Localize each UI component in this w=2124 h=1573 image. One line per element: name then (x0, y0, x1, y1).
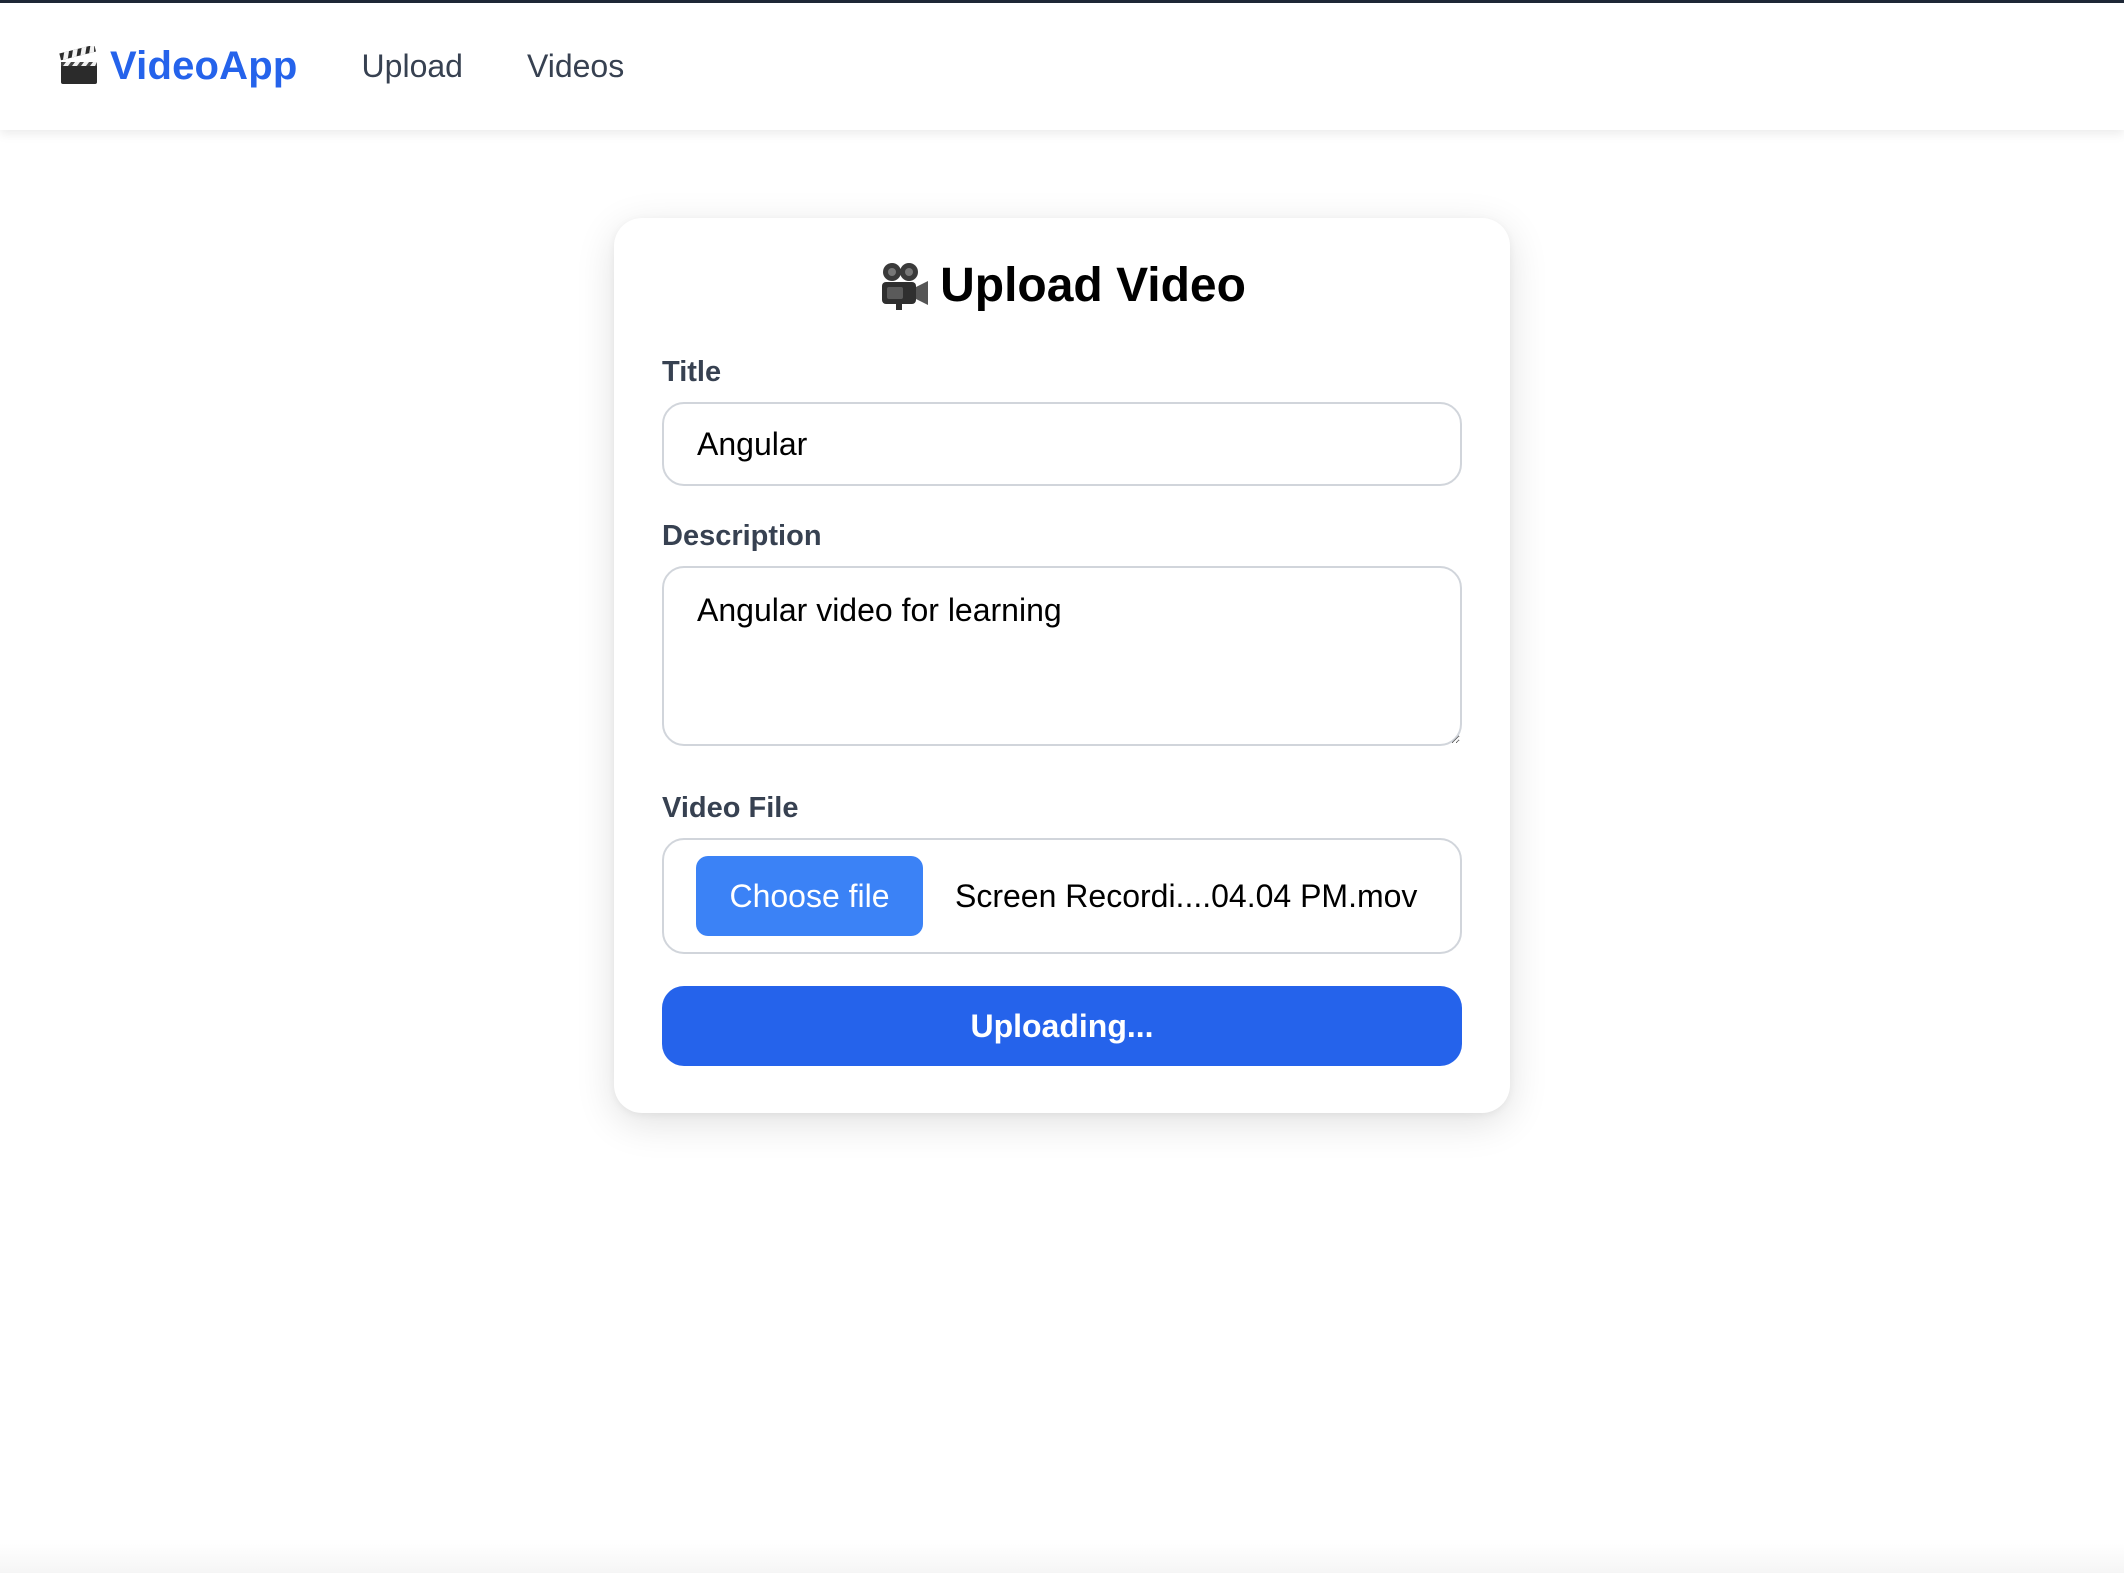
upload-button[interactable]: Uploading... (662, 986, 1462, 1066)
brand-name: VideoApp (110, 44, 298, 88)
upload-card: Upload Video Title Description Angular v… (614, 218, 1510, 1113)
description-textarea[interactable]: Angular video for learning (662, 566, 1462, 746)
brand-link[interactable]: VideoApp (58, 44, 298, 89)
nav-link-videos[interactable]: Videos (527, 48, 624, 85)
title-input[interactable] (662, 402, 1462, 486)
video-file-label: Video File (662, 792, 799, 824)
nav-link-upload[interactable]: Upload (362, 48, 463, 85)
movie-camera-icon (882, 262, 929, 310)
navbar: VideoApp Upload Videos (0, 3, 2124, 130)
choose-file-button[interactable]: Choose file (696, 856, 923, 936)
title-label: Title (662, 356, 722, 388)
description-label: Description (662, 520, 822, 552)
video-file-input[interactable]: Choose file Screen Recordi....04.04 PM.m… (662, 838, 1462, 954)
selected-file-name: Screen Recordi....04.04 PM.mov (955, 877, 1418, 914)
page-title: Upload Video (940, 259, 1246, 312)
clapper-board-icon (59, 45, 97, 84)
bottom-shade (0, 1543, 2124, 1573)
upload-heading-row: Upload Video (614, 258, 1510, 313)
